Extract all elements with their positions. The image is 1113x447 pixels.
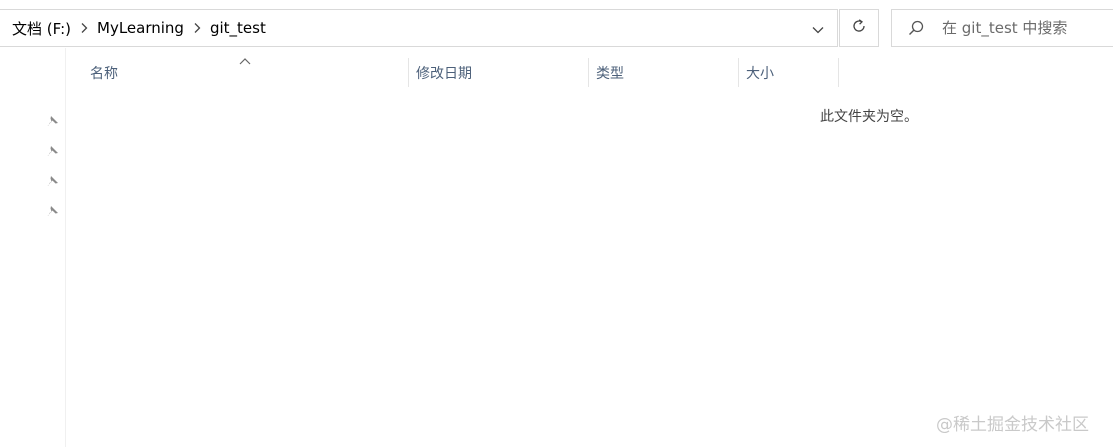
pin-icon[interactable] [46, 144, 60, 158]
breadcrumb-mylearning[interactable]: MyLearning [95, 19, 186, 37]
pin-icon[interactable] [46, 114, 60, 128]
file-explorer-window: 文档 (F:) MyLearning git_test 在 git_test 中… [0, 0, 1113, 447]
refresh-icon [851, 18, 867, 38]
empty-folder-message: 此文件夹为空。 [820, 109, 918, 125]
window-top-strip [0, 0, 1113, 6]
pin-icon[interactable] [46, 204, 60, 218]
search-icon [906, 18, 926, 38]
search-box[interactable] [891, 9, 1113, 47]
breadcrumb-drive[interactable]: 文档 (F:) [10, 18, 73, 39]
column-header-size[interactable]: 大小 [739, 58, 839, 87]
chevron-down-icon [812, 19, 824, 38]
pin-icon[interactable] [46, 174, 60, 188]
address-history-dropdown[interactable] [805, 10, 831, 46]
watermark: @稀土掘金技术社区 [936, 415, 1089, 435]
column-header-date-modified[interactable]: 修改日期 [409, 58, 589, 87]
chevron-right-icon[interactable] [186, 9, 208, 47]
search-input[interactable] [942, 19, 1102, 37]
address-bar[interactable]: 文档 (F:) MyLearning git_test [0, 9, 838, 47]
chevron-right-icon[interactable] [73, 9, 95, 47]
column-header-type[interactable]: 类型 [589, 58, 739, 87]
column-header-name[interactable]: 名称 [82, 58, 409, 87]
breadcrumb-git-test[interactable]: git_test [208, 19, 268, 37]
refresh-button[interactable] [839, 9, 879, 47]
navigation-pane[interactable] [0, 48, 66, 447]
